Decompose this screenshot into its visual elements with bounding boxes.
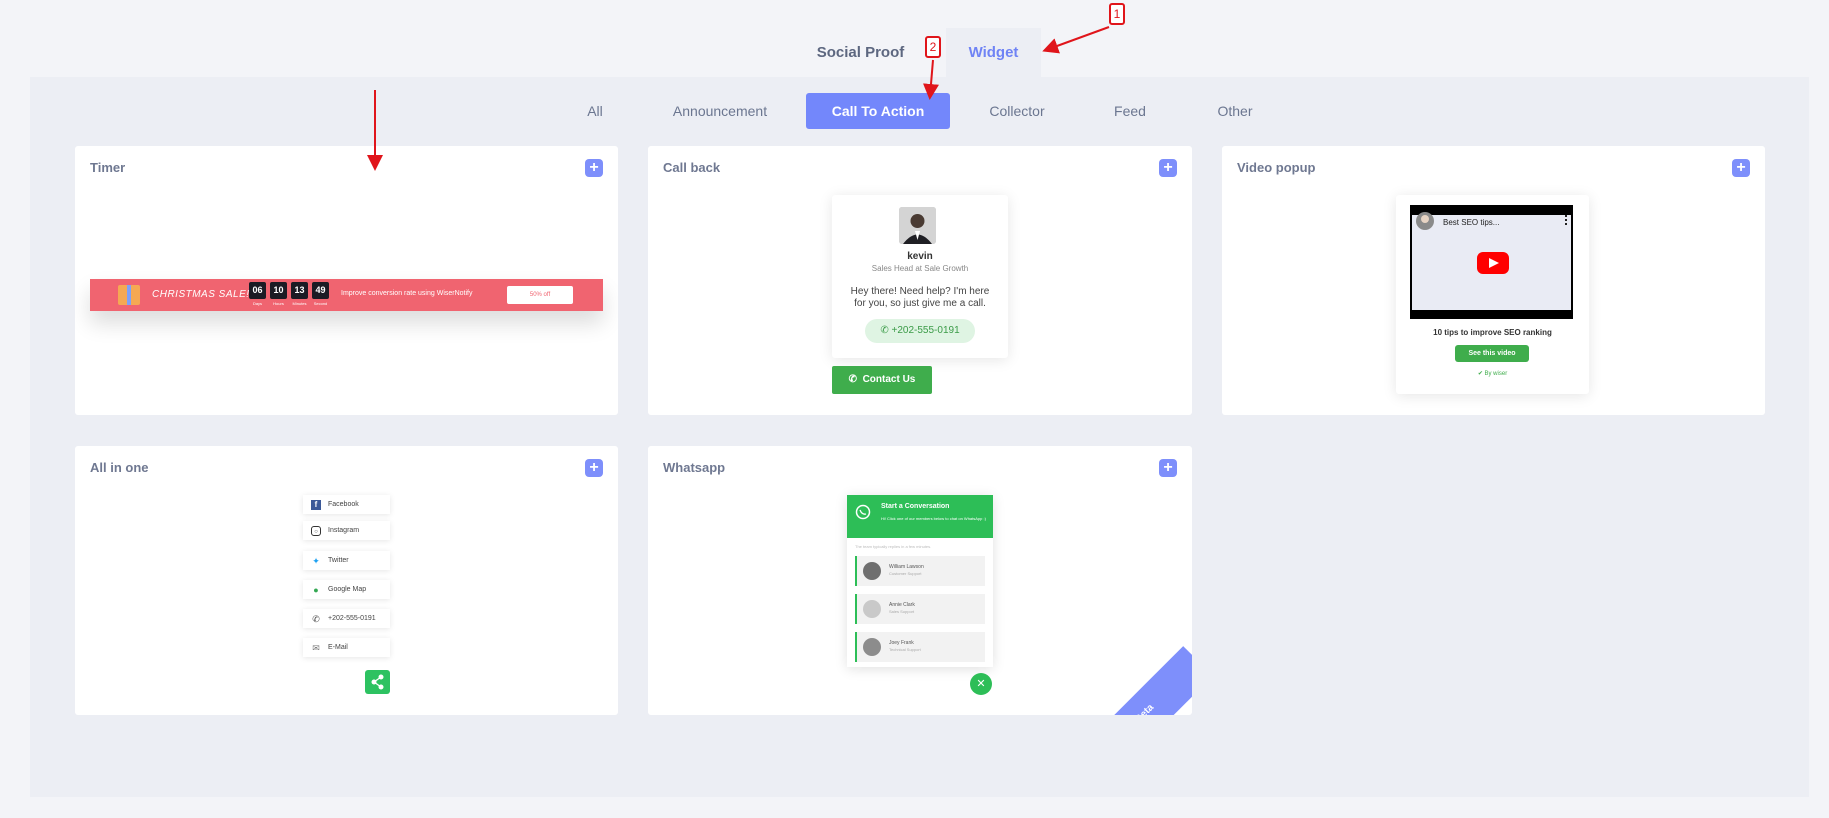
offer-button: 50% off (507, 286, 573, 304)
card-title: All in one (90, 460, 149, 475)
whatsapp-card[interactable]: Whatsapp + Start a Conversation Hi! Clic… (648, 446, 1192, 715)
add-icon[interactable]: + (1732, 159, 1750, 177)
instagram-item: ○ Instagram (303, 521, 390, 540)
member-row: Joey Frank Technical Support (855, 632, 985, 662)
contact-us-button: ✆ Contact Us (832, 366, 932, 394)
video-title: Best SEO tips... (1443, 218, 1500, 227)
countdown-label: Second (313, 301, 328, 306)
instagram-icon: ○ (311, 526, 321, 536)
timer-message: Improve conversion rate using WiserNotif… (341, 290, 473, 297)
whatsapp-icon (855, 504, 871, 520)
member-row: William Lawson Customer Support (855, 556, 985, 586)
video-popup-card[interactable]: Video popup + Best SEO tips... 10 tips t… (1222, 146, 1765, 415)
phone-icon: ✆ (312, 614, 320, 624)
add-icon[interactable]: + (1159, 159, 1177, 177)
avatar (863, 600, 881, 618)
card-title: Whatsapp (663, 460, 726, 475)
countdown-label: Hours (273, 301, 284, 306)
see-video-button: See this video (1455, 345, 1529, 362)
mail-icon: ✉ (312, 643, 320, 653)
map-pin-icon: ● (313, 585, 319, 595)
avatar (863, 638, 881, 656)
filter-call-to-action[interactable]: Call To Action (806, 93, 950, 129)
call-back-card[interactable]: Call back + kevin Sales Head at Sale Gro… (648, 146, 1192, 415)
facebook-item: f Facebook (303, 495, 390, 514)
phone-number: +202-555-0191 (891, 325, 960, 336)
more-icon (1565, 215, 1567, 225)
add-icon[interactable]: + (585, 459, 603, 477)
whatsapp-subtitle: Hi! Click one of our members below to ch… (881, 516, 986, 521)
filter-collector[interactable]: Collector (977, 93, 1057, 129)
filter-other[interactable]: Other (1210, 93, 1260, 129)
agent-role: Sales Head at Sale Growth (871, 264, 969, 273)
timer-card[interactable]: Timer + CHRISTMAS SALE! 06 Days 10 Hours… (75, 146, 618, 415)
agent-name: kevin (907, 251, 933, 262)
whatsapp-title: Start a Conversation (881, 503, 950, 510)
countdown-days: 06 (249, 282, 266, 299)
timer-preview: CHRISTMAS SALE! 06 Days 10 Hours 13 Minu… (90, 279, 603, 311)
filter-announcement[interactable]: Announcement (660, 93, 780, 129)
phone-pill: ✆ +202-555-0191 (865, 319, 975, 343)
add-icon[interactable]: + (585, 159, 603, 177)
google-map-item: ● Google Map (303, 580, 390, 599)
email-item: ✉ E-Mail (303, 638, 390, 657)
card-title: Video popup (1237, 160, 1316, 175)
phone-icon: ✆ (880, 325, 889, 336)
play-icon (1477, 252, 1509, 274)
video-screen: Best SEO tips... (1410, 205, 1573, 319)
avatar (863, 562, 881, 580)
tab-widget[interactable]: Widget (946, 28, 1041, 77)
phone-icon: ✆ (848, 374, 858, 385)
by-wiser-label: ✔ By wiser (1477, 371, 1508, 377)
facebook-icon: f (311, 500, 321, 510)
reply-note: The team typically replies in a few minu… (855, 544, 932, 549)
card-title: Call back (663, 160, 721, 175)
gift-icon (118, 285, 140, 305)
add-icon[interactable]: + (1159, 459, 1177, 477)
callback-message: Hey there! Need help? I'm here for you, … (850, 286, 990, 309)
phone-item: ✆ +202-555-0191 (303, 609, 390, 628)
beta-ribbon: Beta (1077, 646, 1192, 715)
close-icon: ✕ (970, 673, 992, 695)
filter-feed[interactable]: Feed (1105, 93, 1155, 129)
member-row: Annie Clark Sales Support (855, 594, 985, 624)
video-caption: 10 tips to improve SEO ranking (1433, 328, 1552, 337)
share-icon (365, 670, 390, 694)
countdown-label: Days (252, 301, 263, 306)
video-preview: Best SEO tips... 10 tips to improve SEO … (1396, 195, 1589, 394)
card-title: Timer (90, 160, 126, 175)
callback-preview: kevin Sales Head at Sale Growth Hey ther… (832, 195, 1008, 358)
avatar (899, 207, 936, 244)
tab-social-proof[interactable]: Social Proof (808, 28, 913, 77)
sale-label: CHRISTMAS SALE! (152, 289, 250, 300)
annotation-label: 1 (1109, 3, 1125, 25)
countdown-hours: 10 (270, 282, 287, 299)
countdown-label: Minutes (292, 301, 307, 306)
countdown-minutes: 13 (291, 282, 308, 299)
whatsapp-header: Start a Conversation Hi! Click one of ou… (847, 495, 993, 538)
twitter-icon: ✦ (312, 556, 320, 566)
contact-label: Contact Us (862, 374, 916, 385)
whatsapp-preview: Start a Conversation Hi! Click one of ou… (847, 495, 993, 667)
twitter-item: ✦ Twitter (303, 551, 390, 570)
all-in-one-card[interactable]: All in one + f Facebook ○ Instagram ✦ Twitt… (75, 446, 618, 715)
countdown-seconds: 49 (312, 282, 329, 299)
annotation-label: 2 (925, 36, 941, 58)
filter-all[interactable]: All (575, 93, 615, 129)
